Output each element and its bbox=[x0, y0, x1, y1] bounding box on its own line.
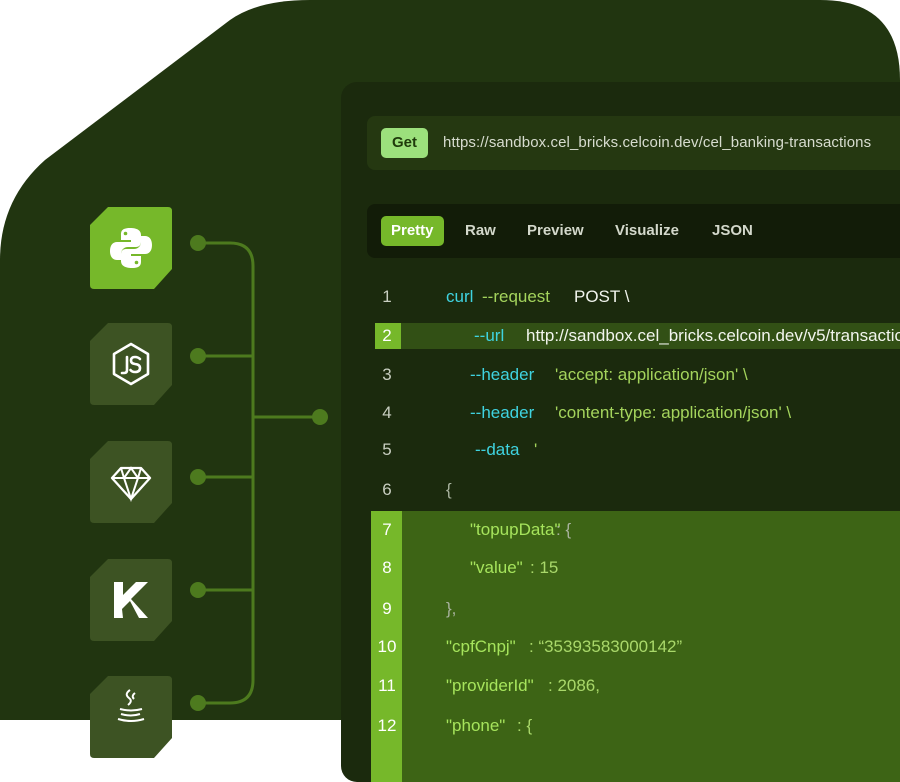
code-line: 6 { bbox=[341, 479, 900, 501]
line-number: 8 bbox=[382, 558, 392, 577]
line-number: 10 bbox=[377, 637, 397, 656]
code-token: --request bbox=[482, 287, 551, 306]
code-token: "cpfCnpj" bbox=[446, 637, 516, 656]
code-token: : 2086, bbox=[548, 676, 600, 695]
line-number: 4 bbox=[382, 403, 392, 422]
code-line: 5 --data ' bbox=[341, 439, 900, 461]
code-token: "providerId" bbox=[446, 676, 534, 695]
code-token: curl bbox=[446, 287, 474, 306]
response-tabs: Pretty Raw Preview Visualize JSON bbox=[367, 204, 900, 258]
connector-node bbox=[190, 695, 206, 711]
code-token: }, bbox=[446, 599, 457, 618]
ruby-sdk-button[interactable] bbox=[90, 441, 172, 523]
tab-raw[interactable]: Raw bbox=[455, 216, 506, 246]
request-url-bar: Get https://sandbox.cel_bricks.celcoin.d… bbox=[367, 116, 900, 170]
code-token: --header bbox=[470, 365, 535, 384]
line-number: 5 bbox=[382, 440, 392, 459]
connector-node bbox=[190, 469, 206, 485]
code-line: 4 --header 'content-type: application/js… bbox=[341, 402, 900, 424]
tab-json[interactable]: JSON bbox=[702, 216, 763, 246]
code-token: : { bbox=[556, 520, 572, 539]
code-token: "topupData" bbox=[470, 520, 561, 539]
tab-visualize[interactable]: Visualize bbox=[605, 216, 689, 246]
code-line: 3 --header 'accept: application/json' \ bbox=[341, 364, 900, 386]
code-token: --header bbox=[470, 403, 535, 422]
stage: Get https://sandbox.cel_bricks.celcoin.d… bbox=[0, 0, 900, 782]
line-number: 12 bbox=[377, 716, 397, 735]
code-token: http://sandbox.cel_bricks.celcoin.dev/v5… bbox=[526, 326, 900, 345]
nodejs-icon bbox=[112, 342, 150, 386]
connector-node bbox=[190, 582, 206, 598]
code-token: { bbox=[446, 480, 452, 499]
code-line: 7 "topupData" : { bbox=[341, 519, 900, 541]
java-sdk-button[interactable] bbox=[90, 676, 172, 758]
code-token: ' bbox=[534, 440, 538, 459]
code-line-active: 2 --url http://sandbox.cel_bricks.celcoi… bbox=[341, 325, 900, 347]
java-icon bbox=[117, 689, 145, 722]
code-token: "phone" bbox=[446, 716, 506, 735]
line-number: 2 bbox=[382, 326, 392, 345]
python-sdk-button[interactable] bbox=[90, 207, 172, 289]
line-number: 9 bbox=[382, 599, 392, 618]
code-line: 9 }, bbox=[341, 598, 900, 620]
connector-node bbox=[190, 235, 206, 251]
code-line: 12 "phone" : { bbox=[341, 715, 900, 737]
tab-pretty[interactable]: Pretty bbox=[381, 216, 444, 246]
request-url[interactable]: https://sandbox.cel_bricks.celcoin.dev/c… bbox=[443, 132, 871, 154]
code-token: 'content-type: application/json' \ bbox=[555, 403, 792, 422]
line-number: 6 bbox=[382, 480, 392, 499]
connector-hub-node bbox=[312, 409, 328, 425]
code-token: 'accept: application/json' \ bbox=[555, 365, 748, 384]
kotlin-icon bbox=[114, 582, 148, 618]
code-token: : “35393583000142” bbox=[529, 637, 683, 656]
kotlin-sdk-button[interactable] bbox=[90, 559, 172, 641]
code-token: --data bbox=[475, 440, 520, 459]
code-line: 8 "value" : 15 bbox=[341, 557, 900, 579]
code-line: 1 curl --request POST \ bbox=[341, 286, 900, 308]
line-number: 3 bbox=[382, 365, 392, 384]
line-number: 1 bbox=[382, 287, 392, 306]
code-token: POST \ bbox=[574, 287, 630, 306]
code-panel: Get https://sandbox.cel_bricks.celcoin.d… bbox=[341, 82, 900, 782]
connector-node bbox=[190, 348, 206, 364]
code-token: --url bbox=[474, 326, 505, 345]
python-icon bbox=[110, 228, 152, 268]
ruby-icon bbox=[110, 466, 152, 503]
line-number: 11 bbox=[378, 676, 396, 695]
code-line: 10 "cpfCnpj" : “35393583000142” bbox=[341, 636, 900, 658]
line-number: 7 bbox=[382, 520, 392, 539]
code-token: : { bbox=[517, 716, 533, 735]
code-token: "value" bbox=[470, 558, 523, 577]
tab-preview[interactable]: Preview bbox=[517, 216, 594, 246]
code-line: 11 "providerId" : 2086, bbox=[341, 675, 900, 697]
code-token: : 15 bbox=[530, 558, 559, 577]
nodejs-sdk-button[interactable] bbox=[90, 323, 172, 405]
http-method-badge[interactable]: Get bbox=[381, 128, 429, 158]
